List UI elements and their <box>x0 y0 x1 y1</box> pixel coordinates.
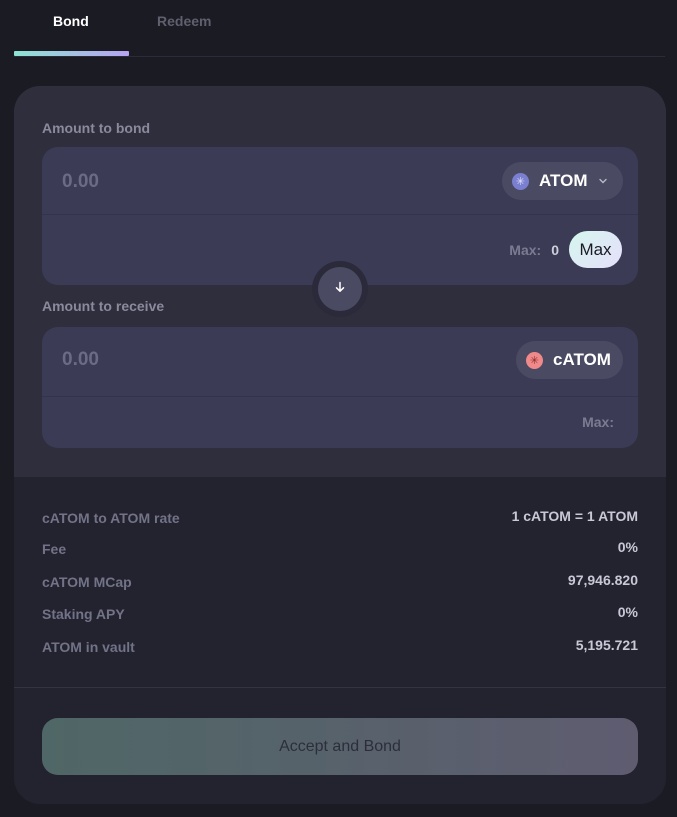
receive-max-row: Max: <box>582 414 614 430</box>
stat-row: cATOM to ATOM rate 1 cATOM = 1 ATOM <box>42 508 638 528</box>
swap-button-ring <box>312 261 368 317</box>
active-tab-indicator <box>14 51 129 56</box>
bond-token-selector[interactable]: ✳ ATOM <box>502 162 623 200</box>
stat-label: ATOM in vault <box>42 639 135 655</box>
stat-row: Staking APY 0% <box>42 604 638 626</box>
stat-row: cATOM MCap 97,946.820 <box>42 572 638 593</box>
bond-max-label: Max: <box>509 241 542 258</box>
receive-amount-input[interactable] <box>62 349 362 371</box>
stat-label: Fee <box>42 541 67 557</box>
swap-direction-button[interactable] <box>318 267 362 311</box>
receive-token-name: cATOM <box>553 350 611 369</box>
accept-and-bond-button[interactable]: Accept and Bond <box>42 718 638 775</box>
stat-label: cATOM to ATOM rate <box>42 510 180 526</box>
chevron-down-icon <box>595 173 611 189</box>
stat-label: cATOM MCap <box>42 574 132 590</box>
stat-value: 0% <box>617 604 638 620</box>
stat-row: ATOM in vault 5,195.721 <box>42 637 638 659</box>
stat-value: 0% <box>617 539 638 555</box>
stat-value: 1 cATOM = 1 ATOM <box>511 508 638 524</box>
stat-value: 97,946.820 <box>567 572 638 588</box>
bond-amount-input[interactable] <box>62 171 362 193</box>
atom-token-icon: ✳ <box>512 172 529 190</box>
receive-token-display[interactable]: ✳ cATOM <box>516 341 623 379</box>
stat-value: 5,195.721 <box>575 637 638 653</box>
stat-row: Fee 0% <box>42 539 638 561</box>
card-divider <box>14 687 666 688</box>
bond-field-divider <box>42 214 638 215</box>
bond-max-row: Max: 0 Max <box>509 231 622 268</box>
amount-to-receive-label: Amount to receive <box>42 298 165 314</box>
receive-amount-field: ✳ cATOM Max: <box>42 327 638 448</box>
bond-token-name: ATOM <box>539 171 588 190</box>
tab-bar: Bond Redeem <box>14 0 665 57</box>
bond-card: Amount to bond ✳ ATOM Max: 0 Max Amount … <box>14 86 666 804</box>
arrow-down-icon <box>334 280 346 298</box>
amount-to-bond-label: Amount to bond <box>42 120 151 136</box>
tab-redeem[interactable]: Redeem <box>157 13 211 29</box>
catom-token-icon: ✳ <box>526 351 543 369</box>
receive-field-divider <box>42 396 638 397</box>
bond-max-value: 0 <box>551 241 559 258</box>
tab-bond[interactable]: Bond <box>53 13 89 29</box>
max-button[interactable]: Max <box>569 231 622 268</box>
receive-max-label: Max: <box>582 414 614 430</box>
stat-label: Staking APY <box>42 606 125 622</box>
